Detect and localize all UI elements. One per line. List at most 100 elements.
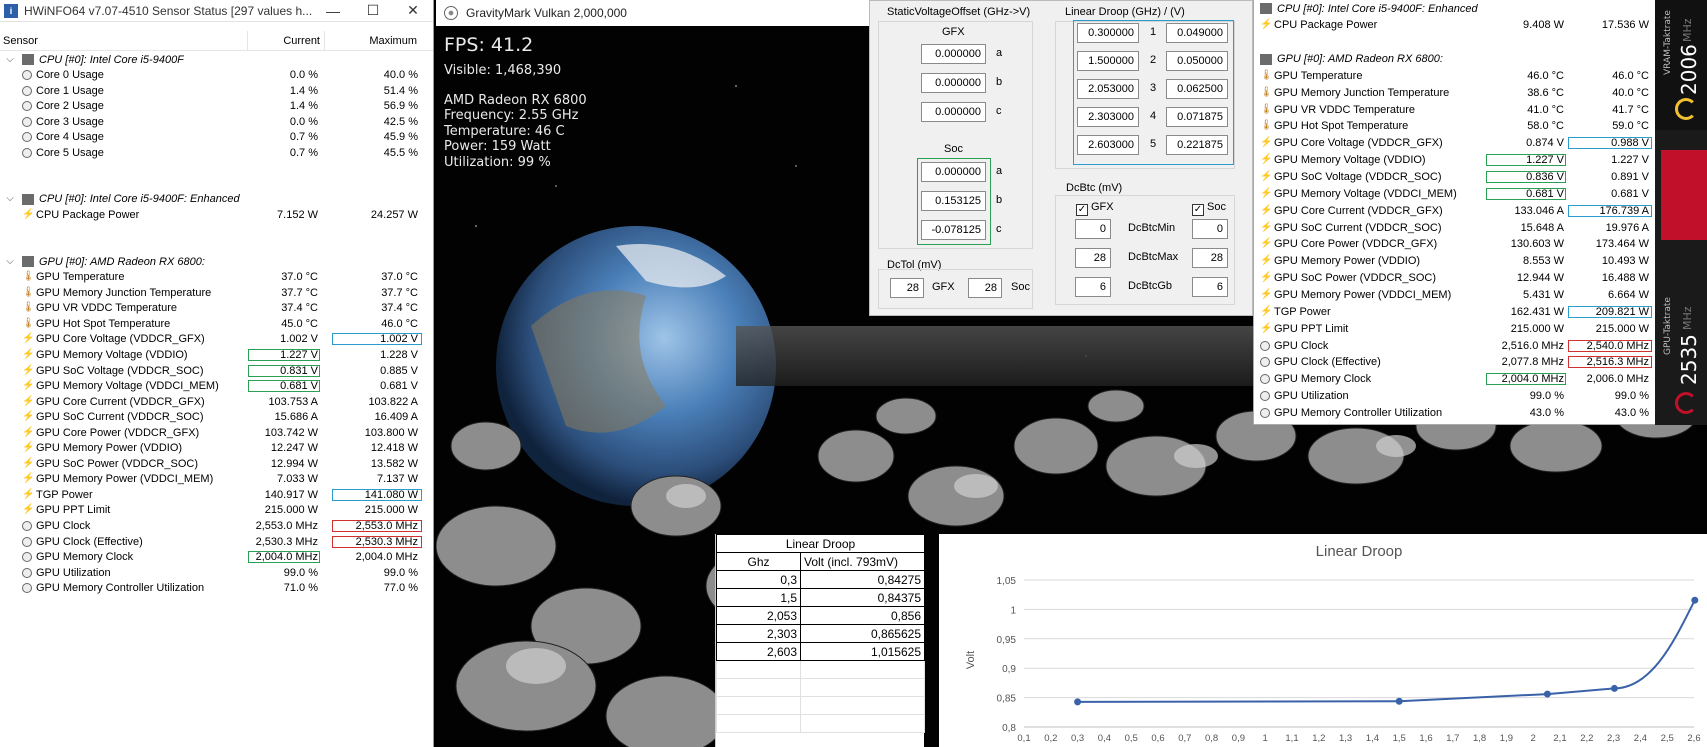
table-cell-volt[interactable]: 0,856 [800, 606, 925, 625]
chevron-down-icon[interactable]: ⌵ [4, 193, 16, 205]
sensor-row[interactable]: ⚡ GPU Memory Power (VDDIO) 8.553 W 10.493 W [1260, 253, 1652, 270]
sensor-row[interactable]: 🌡 GPU Hot Spot Temperature 45.0 °C 46.0 °C [22, 315, 426, 332]
svo-soc-c-field[interactable]: -0.078125 [921, 220, 986, 240]
dcbtc-soc-field[interactable]: 28 [1192, 248, 1228, 268]
droop-ghz-field[interactable]: 2.303000 [1077, 107, 1139, 127]
table-cell-ghz[interactable]: 0,3 [716, 570, 801, 589]
svo-gfx-c-field[interactable]: 0.000000 [921, 102, 986, 122]
table-cell-ghz[interactable]: 2,603 [716, 642, 801, 661]
droop-ghz-field[interactable]: 1.500000 [1077, 51, 1139, 71]
data-point[interactable] [1610, 684, 1618, 692]
dcbtc-gfx-field[interactable]: 6 [1075, 277, 1111, 297]
sensor-row[interactable]: GPU Memory Controller Utilization 43.0 % 4… [1260, 404, 1652, 421]
data-point[interactable] [1691, 596, 1699, 604]
sensor-row[interactable]: ⚡ GPU SoC Current (VDDCR_SOC) 15.648 A 19.9… [1260, 219, 1652, 236]
table-cell-volt[interactable]: 0,84375 [800, 588, 925, 607]
sensor-row[interactable]: GPU Clock (Effective) 2,077.8 MHz 2,516.3 … [1260, 354, 1652, 371]
sensor-row[interactable]: 🌡 GPU VR VDDC Temperature 41.0 °C 41.7 °C [1260, 101, 1652, 118]
sensor-row[interactable]: ⚡ GPU SoC Power (VDDCR_SOC) 12.994 W 13.582… [22, 455, 426, 472]
dcbtc-gfx-toggle[interactable]: ✓ GFX [1076, 201, 1114, 216]
dcbtc-gfx-field[interactable]: 0 [1075, 219, 1111, 239]
maximize-button[interactable]: ☐ [353, 2, 393, 19]
droop-ghz-field[interactable]: 0.300000 [1077, 23, 1139, 43]
sensor-row[interactable]: ⚡ CPU Package Power 9.408 W 17.536 W [1260, 17, 1652, 34]
sensor-row[interactable]: GPU Clock (Effective) 2,530.3 MHz 2,530.3 … [22, 533, 426, 550]
sensor-group-header[interactable]: ⌵ CPU [#0]: Intel Core i5-9400F: Enhanced [4, 191, 424, 208]
chevron-down-icon[interactable]: ⌵ [4, 54, 16, 66]
data-point[interactable] [1543, 690, 1551, 698]
chevron-down-icon[interactable]: ⌵ [4, 256, 16, 268]
sensor-row[interactable]: ⚡ GPU Memory Power (VDDCI_MEM) 7.033 W 7.13… [22, 471, 426, 488]
data-point[interactable] [1395, 697, 1403, 705]
data-point[interactable] [1074, 698, 1082, 706]
droop-ghz-field[interactable]: 2.053000 [1077, 79, 1139, 99]
gravitymark-titlebar[interactable]: GravityMark Vulkan 2,000,000 [436, 0, 869, 26]
sensor-row[interactable]: ⚡ GPU Memory Power (VDDCI_MEM) 5.431 W 6.66… [1260, 286, 1652, 303]
sensor-group-header[interactable]: CPU [#0]: Intel Core i5-9400F: Enhanced [1260, 0, 1650, 17]
sensor-row[interactable]: Core 1 Usage 1.4 % 51.4 % [22, 82, 426, 99]
sensor-row[interactable]: ⚡ TGP Power 162.431 W 209.821 W [1260, 303, 1652, 320]
sensor-row[interactable]: GPU Memory Clock 2,004.0 MHz 2,006.0 MHz [1260, 371, 1652, 388]
sensor-row[interactable]: ⚡ GPU Memory Voltage (VDDCI_MEM) 0.681 V 0.… [1260, 185, 1652, 202]
table-cell-volt[interactable]: 0,84275 [800, 570, 925, 589]
sensor-row[interactable]: 🌡 GPU Memory Junction Temperature 37.7 °C 3… [22, 284, 426, 301]
table-cell-ghz[interactable]: 2,053 [716, 606, 801, 625]
sensor-row[interactable]: Core 4 Usage 0.7 % 45.9 % [22, 129, 426, 146]
sensor-row[interactable]: ⚡ GPU Core Power (VDDCR_GFX) 130.603 W 173.… [1260, 236, 1652, 253]
sensor-row[interactable]: ⚡ GPU SoC Voltage (VDDCR_SOC) 0.831 V 0.885… [22, 362, 426, 379]
sensor-row[interactable]: 🌡 GPU Memory Junction Temperature 38.6 °C 4… [1260, 84, 1652, 101]
sensor-row[interactable]: ⚡ GPU Core Voltage (VDDCR_GFX) 0.874 V 0.98… [1260, 135, 1652, 152]
droop-volt-field[interactable]: 0.049000 [1166, 23, 1228, 43]
sensor-row[interactable]: 🌡 GPU Hot Spot Temperature 58.0 °C 59.0 °C [1260, 118, 1652, 135]
sensor-group-header[interactable]: ⌵ GPU [#0]: AMD Radeon RX 6800: [4, 253, 424, 270]
dcbtc-soc-field[interactable]: 0 [1192, 219, 1228, 239]
sensor-row[interactable]: ⚡ GPU PPT Limit 215.000 W 215.000 W [22, 502, 426, 519]
dcbtc-gfx-field[interactable]: 28 [1075, 248, 1111, 268]
sensor-row[interactable]: ⚡ GPU Core Power (VDDCR_GFX) 103.742 W 103.… [22, 424, 426, 441]
sensor-row[interactable]: ⚡ GPU Core Voltage (VDDCR_GFX) 1.002 V 1.00… [22, 331, 426, 348]
dcbtc-soc-toggle[interactable]: ✓ Soc [1192, 201, 1226, 216]
sensor-row[interactable]: GPU Clock 2,553.0 MHz 2,553.0 MHz [22, 518, 426, 535]
table-cell-volt[interactable]: 1,015625 [800, 642, 925, 661]
sensor-row[interactable]: ⚡ TGP Power 140.917 W 141.080 W [22, 486, 426, 503]
close-button[interactable]: ✕ [393, 2, 433, 19]
sensor-row[interactable]: Core 5 Usage 0.7 % 45.5 % [22, 144, 426, 161]
sensor-row[interactable]: 🌡 GPU VR VDDC Temperature 37.4 °C 37.4 °C [22, 300, 426, 317]
sensor-row[interactable]: ⚡ GPU Memory Voltage (VDDIO) 1.227 V 1.227 … [1260, 152, 1652, 169]
droop-volt-field[interactable]: 0.221875 [1166, 135, 1228, 155]
table-cell-volt[interactable]: 0,865625 [800, 624, 925, 643]
sensor-row[interactable]: GPU Utilization 99.0 % 99.0 % [22, 564, 426, 581]
droop-volt-field[interactable]: 0.062500 [1166, 79, 1228, 99]
sensor-row[interactable]: ⚡ CPU Package Power 7.152 W 24.257 W [22, 207, 426, 224]
column-maximum[interactable]: Maximum [325, 31, 423, 51]
sensor-group-header[interactable]: ⌵ CPU [#0]: Intel Core i5-9400F [4, 51, 424, 68]
sensor-row[interactable]: Core 3 Usage 0.0 % 42.5 % [22, 113, 426, 130]
sensor-row[interactable]: Core 2 Usage 1.4 % 56.9 % [22, 98, 426, 115]
droop-ghz-field[interactable]: 2.603000 [1077, 135, 1139, 155]
sensor-row[interactable]: GPU Utilization 99.0 % 99.0 % [1260, 388, 1652, 405]
sensor-row[interactable]: ⚡ GPU Memory Power (VDDIO) 12.247 W 12.418 … [22, 440, 426, 457]
sensor-row[interactable]: 🌡 GPU Temperature 37.0 °C 37.0 °C [22, 269, 426, 286]
sensor-row[interactable]: ⚡ GPU SoC Power (VDDCR_SOC) 12.944 W 16.488… [1260, 270, 1652, 287]
sensor-row[interactable]: ⚡ GPU Memory Voltage (VDDCI_MEM) 0.681 V 0.… [22, 378, 426, 395]
droop-volt-field[interactable]: 0.050000 [1166, 51, 1228, 71]
table-cell-ghz[interactable]: 2,303 [716, 624, 801, 643]
sensor-row[interactable]: ⚡ GPU SoC Current (VDDCR_SOC) 15.686 A 16.4… [22, 409, 426, 426]
sensor-row[interactable]: GPU Memory Controller Utilization 71.0 % 7… [22, 580, 426, 597]
sensor-row[interactable]: ⚡ GPU SoC Voltage (VDDCR_SOC) 0.836 V 0.891… [1260, 169, 1652, 186]
dctol-soc-field[interactable]: 28 [968, 278, 1002, 298]
sensor-group-header[interactable]: GPU [#0]: AMD Radeon RX 6800: [1260, 51, 1650, 68]
dctol-gfx-field[interactable]: 28 [890, 278, 924, 298]
svo-soc-b-field[interactable]: 0.153125 [921, 191, 986, 211]
sensor-row[interactable]: ⚡ GPU Core Current (VDDCR_GFX) 103.753 A 10… [22, 393, 426, 410]
svo-gfx-b-field[interactable]: 0.000000 [921, 73, 986, 93]
svo-soc-a-field[interactable]: 0.000000 [921, 162, 986, 182]
svo-gfx-a-field[interactable]: 0.000000 [921, 44, 986, 64]
sensor-row[interactable]: Core 0 Usage 0.0 % 40.0 % [22, 67, 426, 84]
dcbtc-soc-field[interactable]: 6 [1192, 277, 1228, 297]
sensor-row[interactable]: GPU Clock 2,516.0 MHz 2,540.0 MHz [1260, 337, 1652, 354]
sensor-row[interactable]: ⚡ GPU Memory Voltage (VDDIO) 1.227 V 1.228 … [22, 346, 426, 363]
sensor-row[interactable]: 🌡 GPU Temperature 46.0 °C 46.0 °C [1260, 67, 1652, 84]
column-current[interactable]: Current [248, 30, 325, 51]
sensor-row[interactable]: ⚡ GPU Core Current (VDDCR_GFX) 133.046 A 17… [1260, 202, 1652, 219]
